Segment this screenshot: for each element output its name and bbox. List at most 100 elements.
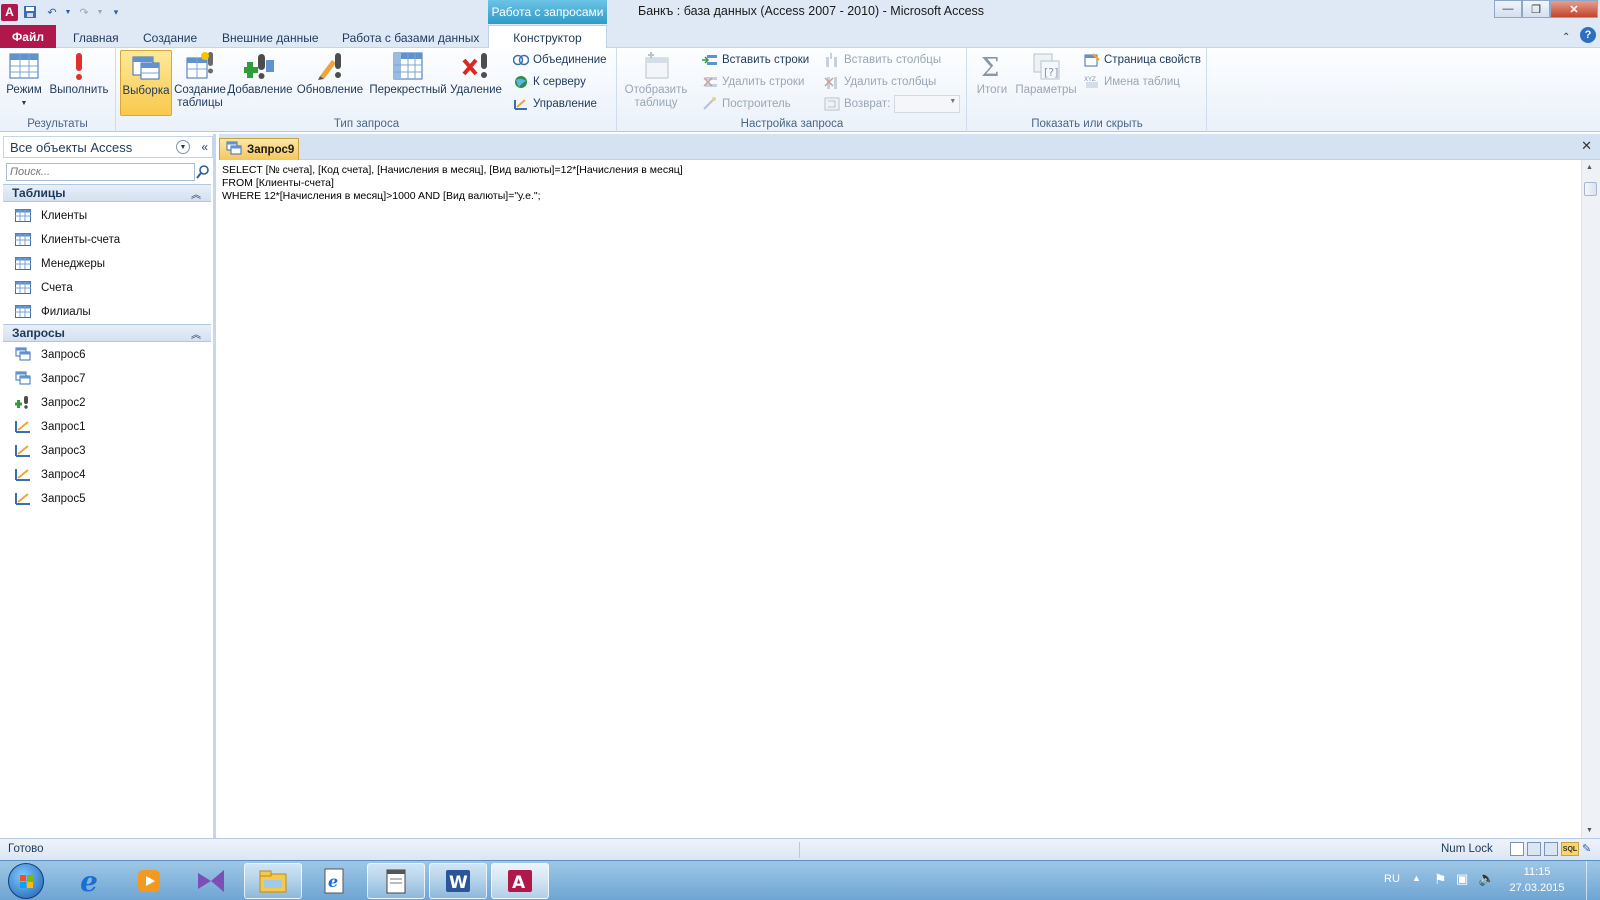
close-document-icon[interactable]: ✕ bbox=[1581, 138, 1592, 154]
data-definition-query-button[interactable]: Управление bbox=[513, 94, 597, 114]
nav-search-input[interactable] bbox=[6, 163, 195, 181]
design-view-icon[interactable]: ✎ bbox=[1582, 842, 1596, 856]
group-query-type: Выборка Создание таблицы Добавление Обно… bbox=[117, 48, 617, 132]
collapse-queries-icon[interactable]: ︽ bbox=[191, 326, 201, 341]
update-query-button[interactable]: Обновление bbox=[294, 50, 366, 97]
nav-item-query[interactable]: Запрос1 bbox=[3, 416, 211, 438]
status-bar: Готово Num Lock SQL ✎ bbox=[0, 838, 1600, 860]
crosstab-query-button[interactable]: Перекрестный bbox=[368, 50, 448, 97]
customize-qat-icon[interactable]: ▾ bbox=[106, 2, 126, 22]
access-app-icon[interactable]: A bbox=[1, 3, 18, 21]
make-table-button[interactable]: Создание таблицы bbox=[174, 50, 226, 110]
pivotchart-view-icon[interactable] bbox=[1544, 842, 1558, 856]
nav-item-query[interactable]: Запрос5 bbox=[3, 488, 211, 510]
close-window-button[interactable]: ✕ bbox=[1550, 0, 1598, 18]
show-table-button[interactable]: Отобразить таблицу bbox=[622, 50, 690, 110]
view-switcher: SQL ✎ bbox=[1510, 842, 1596, 856]
sql-editor[interactable]: SELECT [№ счета], [Код счета], [Начислен… bbox=[219, 160, 1581, 838]
nav-pane-collapse-icon[interactable]: « bbox=[201, 140, 208, 154]
tab-file[interactable]: Файл bbox=[0, 25, 56, 48]
parameters-button[interactable]: [?] Параметры bbox=[1014, 50, 1078, 97]
scroll-down-icon[interactable]: ▼ bbox=[1586, 827, 1593, 834]
pivottable-view-icon[interactable] bbox=[1527, 842, 1541, 856]
datasheet-view-icon[interactable] bbox=[1510, 842, 1524, 856]
search-icon[interactable] bbox=[196, 164, 210, 180]
insert-columns-button[interactable]: Вставить столбцы bbox=[824, 50, 941, 70]
tab-create[interactable]: Создание bbox=[143, 27, 197, 48]
restore-button[interactable]: ❐ bbox=[1522, 0, 1550, 18]
visual-studio-icon[interactable] bbox=[182, 863, 240, 899]
tab-design[interactable]: Конструктор bbox=[488, 25, 607, 49]
nav-item-query[interactable]: Запрос6 bbox=[3, 344, 211, 366]
select-query-button[interactable]: Выборка bbox=[120, 50, 172, 116]
nav-pane-header[interactable]: Все объекты Access ▼ « bbox=[3, 136, 213, 158]
sql-view-icon[interactable]: SQL bbox=[1561, 842, 1579, 856]
return-select[interactable]: ▼ bbox=[894, 95, 961, 113]
save-icon[interactable] bbox=[20, 2, 40, 22]
nav-item-table[interactable]: Филиалы bbox=[3, 301, 211, 323]
scroll-up-icon[interactable]: ▲ bbox=[1586, 164, 1593, 171]
table-icon bbox=[15, 280, 31, 297]
status-divider bbox=[799, 842, 800, 858]
start-button[interactable] bbox=[8, 863, 44, 899]
explorer-icon[interactable] bbox=[244, 863, 302, 899]
internet-explorer-icon[interactable]: e bbox=[60, 863, 118, 899]
queries-section-header[interactable]: Запросы ︽ bbox=[3, 324, 211, 342]
delete-query-button[interactable]: Удаление bbox=[450, 50, 502, 97]
nav-item-table[interactable]: Клиенты bbox=[3, 205, 211, 227]
nav-item-query[interactable]: Запрос2 bbox=[3, 392, 211, 414]
data-definition-label: Управление bbox=[533, 98, 597, 110]
nav-item-query[interactable]: Запрос4 bbox=[3, 464, 211, 486]
exclamation-icon bbox=[76, 53, 82, 80]
sigma-icon: Σ bbox=[981, 53, 999, 82]
nav-item-label: Запрос4 bbox=[41, 469, 86, 481]
nav-item-table[interactable]: Менеджеры bbox=[3, 253, 211, 275]
language-indicator[interactable]: RU bbox=[1384, 873, 1400, 885]
delete-rows-button[interactable]: Удалить строки bbox=[702, 72, 804, 92]
nav-item-table[interactable]: Клиенты-счета bbox=[3, 229, 211, 251]
media-player-icon[interactable] bbox=[120, 863, 178, 899]
minimize-ribbon-icon[interactable]: ⌃ bbox=[1562, 27, 1570, 48]
ie-document-icon[interactable]: e bbox=[305, 863, 363, 899]
access-icon[interactable]: A bbox=[491, 863, 549, 899]
union-query-button[interactable]: Объединение bbox=[513, 50, 607, 70]
delete-columns-button[interactable]: Удалить столбцы bbox=[824, 72, 936, 92]
undo-dropdown-icon[interactable]: ▼ bbox=[64, 2, 72, 22]
action-center-flag-icon[interactable]: ⚑ bbox=[1434, 871, 1447, 888]
nav-item-query[interactable]: Запрос3 bbox=[3, 440, 211, 462]
clock[interactable]: 11:15 27.03.2015 bbox=[1506, 864, 1568, 896]
redo-dropdown-icon[interactable]: ▼ bbox=[96, 2, 104, 22]
nav-item-table[interactable]: Счета bbox=[3, 277, 211, 299]
scrollbar-thumb[interactable] bbox=[1584, 182, 1597, 196]
network-icon[interactable]: ▣ bbox=[1456, 871, 1468, 887]
show-desktop-button[interactable] bbox=[1586, 861, 1600, 900]
builder-button[interactable]: Построитель bbox=[702, 94, 791, 114]
tab-database-tools[interactable]: Работа с базами данных bbox=[342, 27, 479, 48]
table-names-button[interactable]: XYZ Имена таблиц bbox=[1084, 72, 1180, 92]
undo-icon[interactable]: ↶ bbox=[42, 2, 62, 22]
tab-external-data[interactable]: Внешние данные bbox=[222, 27, 319, 48]
tables-section-header[interactable]: Таблицы ︽ bbox=[3, 184, 211, 202]
append-query-button[interactable]: Добавление bbox=[227, 50, 293, 97]
vertical-scrollbar[interactable]: ▲ ▼ bbox=[1581, 160, 1600, 838]
totals-button[interactable]: Σ Итоги bbox=[972, 50, 1012, 97]
document-tab-query9[interactable]: Запрос9 bbox=[219, 138, 299, 160]
insert-rows-button[interactable]: Вставить строки bbox=[702, 50, 809, 70]
collapse-tables-icon[interactable]: ︽ bbox=[191, 186, 201, 201]
property-sheet-button[interactable]: Страница свойств bbox=[1084, 50, 1201, 70]
volume-icon[interactable]: 🔈 bbox=[1478, 870, 1495, 887]
delete-query-icon bbox=[462, 53, 487, 78]
delete-label: Удаление bbox=[450, 84, 502, 96]
tab-home[interactable]: Главная bbox=[73, 27, 119, 48]
show-hidden-icons-icon[interactable]: ▲ bbox=[1412, 873, 1421, 883]
word-icon[interactable]: W bbox=[429, 863, 487, 899]
run-button[interactable]: Выполнить bbox=[48, 50, 110, 97]
redo-icon[interactable]: ↷ bbox=[74, 2, 94, 22]
help-icon[interactable]: ? bbox=[1580, 27, 1596, 43]
nav-item-query[interactable]: Запрос7 bbox=[3, 368, 211, 390]
notepad-icon[interactable] bbox=[367, 863, 425, 899]
minimize-button[interactable]: — bbox=[1494, 0, 1522, 18]
nav-pane-menu-icon[interactable]: ▼ bbox=[176, 140, 190, 154]
passthrough-query-button[interactable]: К серверу bbox=[513, 72, 586, 92]
mode-button[interactable]: Режим ▼ bbox=[4, 50, 44, 110]
